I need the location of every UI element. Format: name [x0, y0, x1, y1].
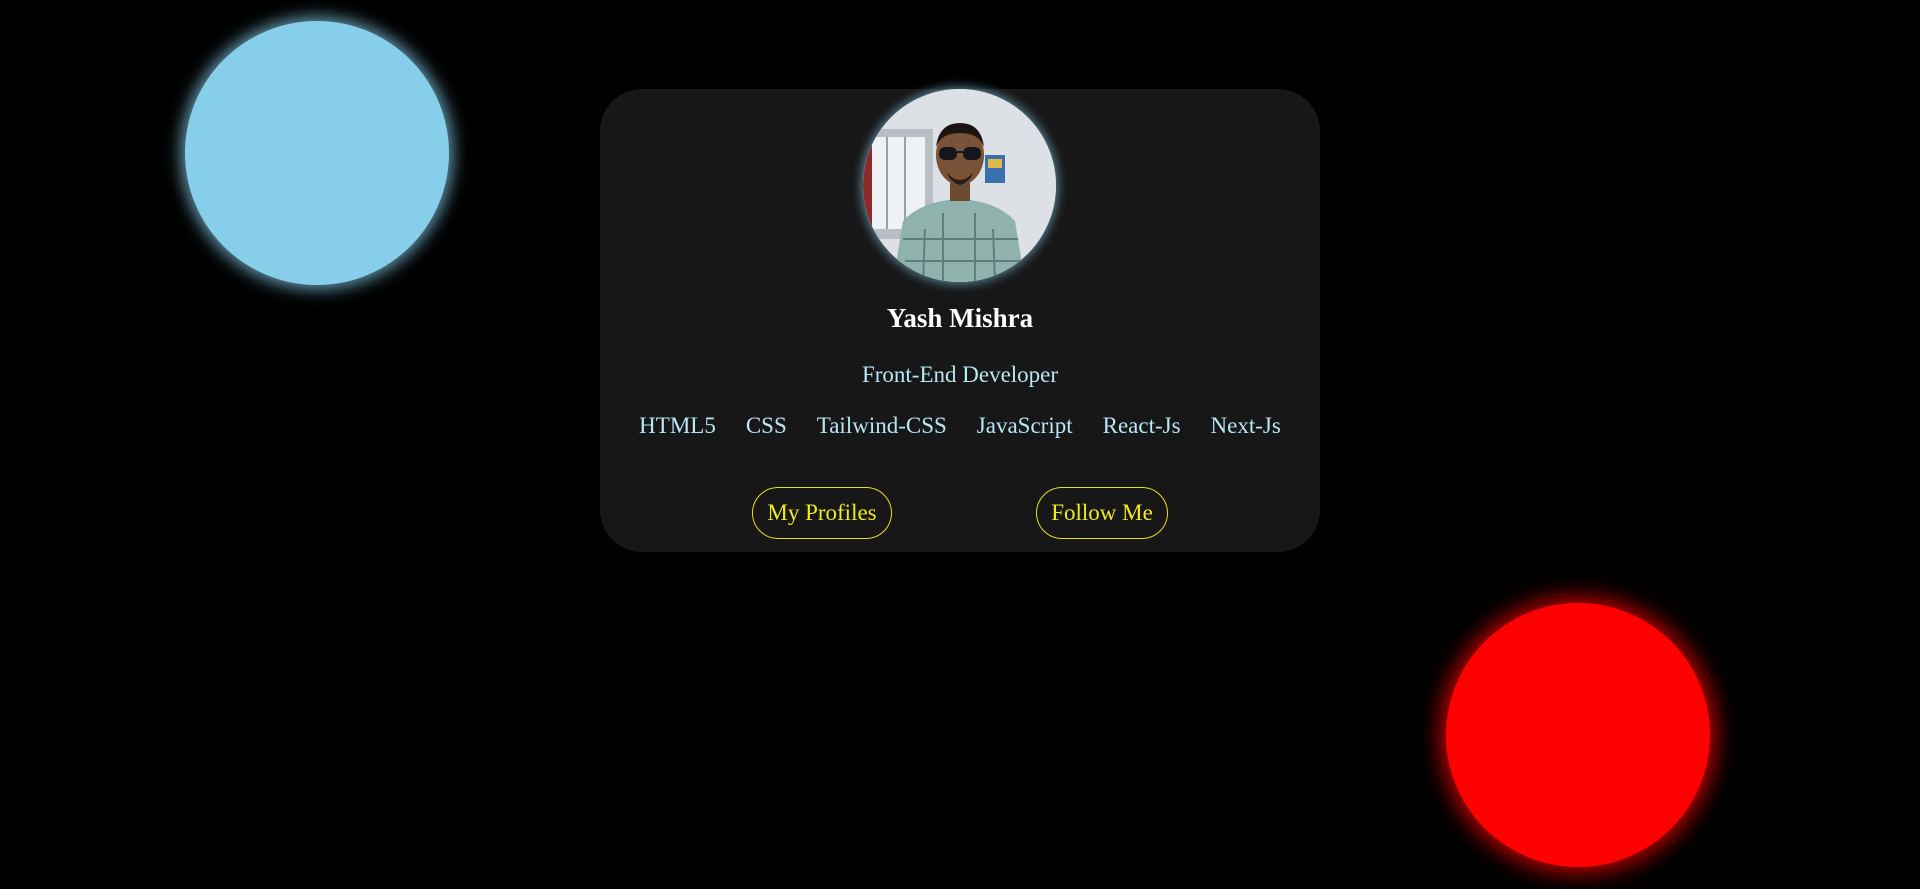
skills-list: HTML5 CSS Tailwind-CSS JavaScript React-… — [600, 414, 1320, 437]
skill-item: Tailwind-CSS — [816, 413, 947, 438]
decorative-red-orb — [1446, 603, 1710, 867]
profile-role: Front-End Developer — [861, 362, 1059, 387]
decorative-blue-orb — [185, 21, 449, 285]
skill-item: CSS — [745, 413, 787, 438]
avatar — [863, 89, 1056, 282]
skill-item: Next-Js — [1210, 413, 1281, 438]
my-profiles-button[interactable]: My Profiles — [752, 487, 892, 539]
profile-card: Yash Mishra Front-End Developer HTML5 CS… — [600, 89, 1320, 552]
skill-item: HTML5 — [639, 413, 716, 438]
profile-photo-icon — [863, 89, 1056, 282]
skill-item: JavaScript — [976, 413, 1073, 438]
follow-me-button[interactable]: Follow Me — [1036, 487, 1168, 539]
page: Yash Mishra Front-End Developer HTML5 CS… — [0, 0, 1920, 889]
skill-item: React-Js — [1102, 413, 1181, 438]
profile-name: Yash Mishra — [886, 303, 1034, 333]
